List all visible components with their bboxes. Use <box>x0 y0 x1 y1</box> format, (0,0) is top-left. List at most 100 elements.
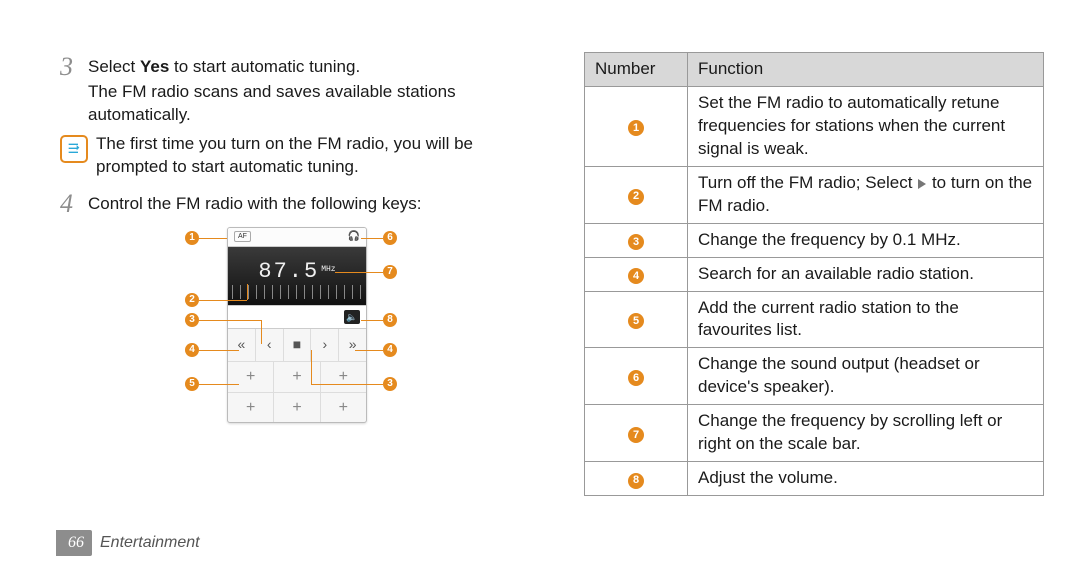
table-header-row: Number Function <box>585 53 1044 87</box>
callout-2: 2 <box>185 293 199 307</box>
callout-6: 6 <box>383 231 397 245</box>
bubble-icon: 4 <box>628 268 644 284</box>
col-function-header: Function <box>688 53 1044 87</box>
callout-3: 3 <box>185 313 199 327</box>
row-number: 6 <box>585 348 688 405</box>
row-function: Adjust the volume. <box>688 462 1044 496</box>
row-function: Change the frequency by scrolling left o… <box>688 405 1044 462</box>
leader-line <box>361 238 383 239</box>
seek-back-fast-button[interactable]: « <box>228 329 256 361</box>
leader-line <box>261 320 262 344</box>
leader-line <box>199 350 239 351</box>
table-row: 8 Adjust the volume. <box>585 462 1044 496</box>
leader-line <box>311 384 383 385</box>
callout-3r: 3 <box>383 377 397 391</box>
callout-1: 1 <box>185 231 199 245</box>
headphones-icon[interactable]: 🎧 <box>348 230 360 244</box>
section-title: Entertainment <box>100 532 200 554</box>
page-number: 66 <box>56 530 92 556</box>
col-number-header: Number <box>585 53 688 87</box>
row-function: Change the frequency by 0.1 MHz. <box>688 223 1044 257</box>
seek-fwd-button[interactable]: › <box>311 329 339 361</box>
frequency-scale[interactable] <box>232 285 362 299</box>
bubble-icon: 5 <box>628 313 644 329</box>
bubble-icon: 6 <box>628 370 644 386</box>
callout-4r: 4 <box>383 343 397 357</box>
callout-4: 4 <box>185 343 199 357</box>
row-number: 3 <box>585 223 688 257</box>
table-row: 6 Change the sound output (headset or de… <box>585 348 1044 405</box>
leader-line <box>199 384 239 385</box>
play-icon <box>918 179 926 189</box>
table-row: 7 Change the frequency by scrolling left… <box>585 405 1044 462</box>
table-row: 5 Add the current radio station to the f… <box>585 291 1044 348</box>
bubble-icon: 7 <box>628 427 644 443</box>
bubble-icon: 2 <box>628 189 644 205</box>
speaker-icon[interactable] <box>344 310 360 324</box>
fav-slot[interactable]: + <box>274 393 320 423</box>
frequency-display[interactable]: 87.5MHz <box>228 247 366 305</box>
callout-7: 7 <box>383 265 397 279</box>
fav-slot[interactable]: + <box>321 393 366 423</box>
row-number: 5 <box>585 291 688 348</box>
seek-back-button[interactable]: ‹ <box>256 329 284 361</box>
page-footer: 66 Entertainment <box>56 530 200 556</box>
radio-topbar: AF 🎧 <box>228 228 366 247</box>
step4-text: Control the FM radio with the following … <box>88 193 530 217</box>
function-table: Number Function 1 Set the FM radio to au… <box>584 52 1044 496</box>
leader-line <box>199 238 227 239</box>
freq-number: 87.5 <box>258 259 319 284</box>
row-function: Search for an available radio station. <box>688 257 1044 291</box>
fav-slot[interactable]: + <box>228 362 274 392</box>
row-function: Turn off the FM radio; Select to turn on… <box>688 166 1044 223</box>
fav-slot[interactable]: + <box>321 362 366 392</box>
step-body: Select Yes to start automatic tuning. Th… <box>88 56 530 127</box>
step3-subtext: The FM radio scans and saves available s… <box>88 81 530 127</box>
row-number: 1 <box>585 86 688 166</box>
freq-unit: MHz <box>321 265 335 274</box>
note-text: The first time you turn on the FM radio,… <box>96 133 530 179</box>
radio-midbar <box>228 305 366 329</box>
row-number: 4 <box>585 257 688 291</box>
leader-line <box>335 272 383 273</box>
step-number: 3 <box>60 54 88 127</box>
radio-diagram: 1 2 3 4 5 6 7 8 4 3 <box>185 227 405 447</box>
table-row: 2 Turn off the FM radio; Select to turn … <box>585 166 1044 223</box>
step-number: 4 <box>60 191 88 217</box>
leader-line <box>199 320 261 321</box>
row-number: 7 <box>585 405 688 462</box>
radio-ui: AF 🎧 87.5MHz « ‹ ■ › » <box>227 227 367 423</box>
row-function: Set the FM radio to automatically retune… <box>688 86 1044 166</box>
callout-8: 8 <box>383 313 397 327</box>
row2-text-a: Turn off the FM radio; Select <box>698 173 917 192</box>
fav-slot[interactable]: + <box>274 362 320 392</box>
yes-label: Yes <box>140 57 169 76</box>
table-row: 4 Search for an available radio station. <box>585 257 1044 291</box>
leader-line <box>311 350 312 384</box>
row-number: 2 <box>585 166 688 223</box>
step3-text-a: Select <box>88 57 140 76</box>
step-4: 4 Control the FM radio with the followin… <box>60 193 530 217</box>
leader-line <box>355 350 383 351</box>
left-column: 3 Select Yes to start automatic tuning. … <box>60 56 530 447</box>
fav-slot[interactable]: + <box>228 393 274 423</box>
bubble-icon: 3 <box>628 234 644 250</box>
leader-line <box>199 300 247 301</box>
af-indicator[interactable]: AF <box>234 231 251 242</box>
table-row: 3 Change the frequency by 0.1 MHz. <box>585 223 1044 257</box>
step-3: 3 Select Yes to start automatic tuning. … <box>60 56 530 127</box>
note-icon <box>60 135 88 163</box>
note-block: The first time you turn on the FM radio,… <box>60 133 530 179</box>
stop-button[interactable]: ■ <box>284 329 312 361</box>
favourites-row-2: + + + <box>228 393 366 423</box>
row-number: 8 <box>585 462 688 496</box>
bubble-icon: 8 <box>628 473 644 489</box>
row-function: Change the sound output (headset or devi… <box>688 348 1044 405</box>
favourites-row-1: + + + <box>228 362 366 393</box>
callout-5: 5 <box>185 377 199 391</box>
leader-line <box>361 320 383 321</box>
seek-fwd-fast-button[interactable]: » <box>339 329 366 361</box>
right-column: Number Function 1 Set the FM radio to au… <box>584 52 1044 496</box>
control-row: « ‹ ■ › » <box>228 329 366 362</box>
row-function: Add the current radio station to the fav… <box>688 291 1044 348</box>
